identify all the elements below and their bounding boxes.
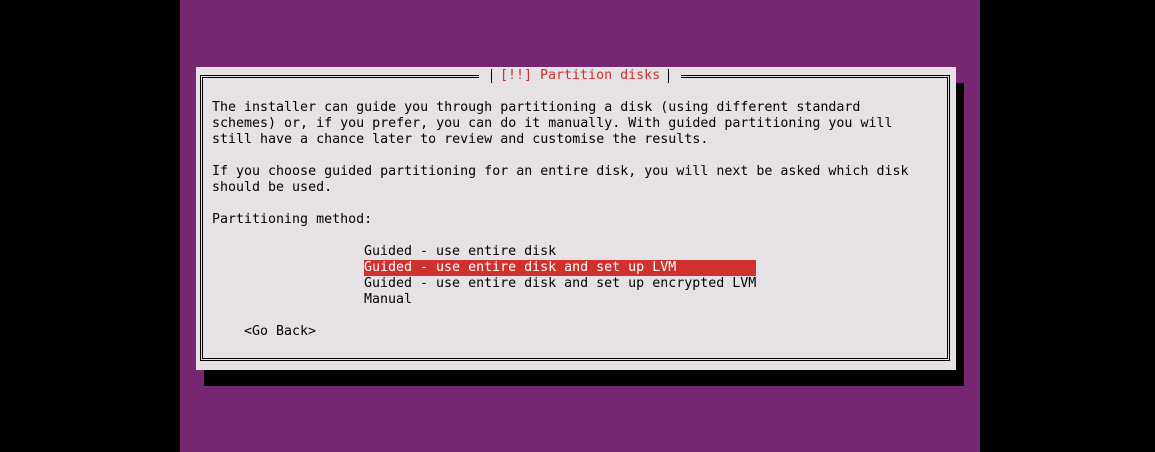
go-back-button[interactable]: <Go Back> <box>244 324 316 340</box>
option-manual[interactable]: Manual <box>364 292 756 308</box>
dialog-title-bar: [!!] Partition disks <box>479 67 682 84</box>
partition-disks-dialog: [!!] Partition disks The installer can g… <box>196 67 956 370</box>
option-guided-encrypted-lvm[interactable]: Guided - use entire disk and set up encr… <box>364 276 756 292</box>
option-guided-entire-disk[interactable]: Guided - use entire disk <box>364 244 756 260</box>
guided-note-paragraph: If you choose guided partitioning for an… <box>212 164 909 195</box>
dialog-title: [!!] Partition disks <box>500 68 661 83</box>
partitioning-method-list: Guided - use entire disk Guided - use en… <box>364 244 756 308</box>
partitioning-method-label: Partitioning method: <box>212 212 373 227</box>
option-guided-lvm[interactable]: Guided - use entire disk and set up LVM <box>364 260 756 276</box>
intro-paragraph: The installer can guide you through part… <box>212 100 893 147</box>
